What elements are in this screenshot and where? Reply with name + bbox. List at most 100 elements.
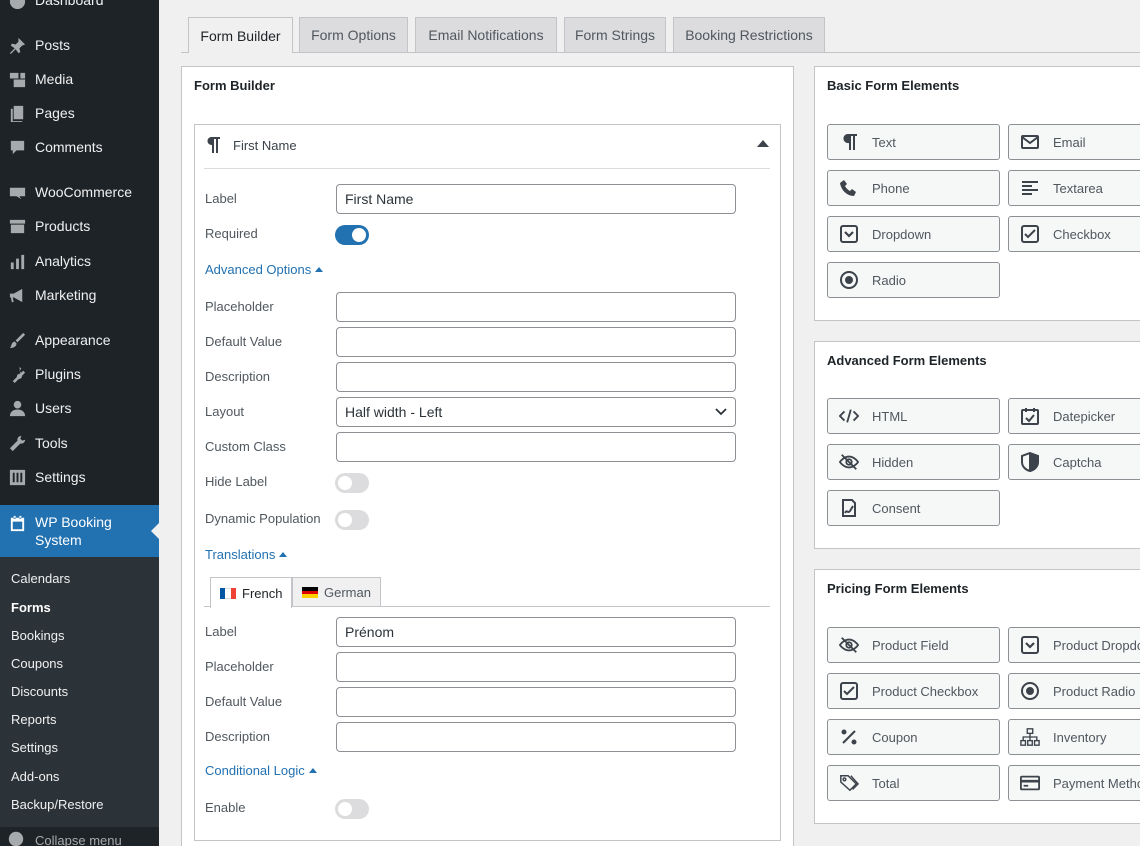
signature-icon [838, 497, 860, 519]
element-textarea-button[interactable]: Textarea [1008, 170, 1140, 206]
tr-label-input[interactable]: Prénom [336, 617, 736, 647]
lang-tab-french[interactable]: French [210, 577, 293, 608]
required-toggle[interactable] [335, 225, 369, 245]
bar-chart-icon [7, 251, 27, 271]
german-flag-icon [302, 587, 318, 599]
tr-description-input[interactable] [336, 722, 736, 752]
element-inventory-button[interactable]: Inventory [1008, 719, 1140, 755]
menu-marketing[interactable]: Marketing [0, 278, 159, 312]
conditional-logic-link[interactable]: Conditional Logic [205, 763, 317, 778]
advanced-elements-title: Advanced Form Elements [827, 353, 987, 368]
field-card-header[interactable]: First Name [205, 136, 297, 154]
translations-link[interactable]: Translations [205, 547, 288, 562]
submenu-calendars[interactable]: Calendars [11, 571, 70, 586]
element-payment-method-button[interactable]: Payment Method [1008, 765, 1140, 801]
element-product-radio-button[interactable]: Product Radio [1008, 673, 1140, 709]
shield-icon [1019, 451, 1041, 473]
layout-select[interactable]: Half width - Left [336, 397, 736, 427]
tab-form-strings[interactable]: Form Strings [564, 17, 666, 52]
description-input[interactable] [336, 362, 736, 392]
menu-wp-booking-system[interactable]: WP Booking System [0, 505, 159, 557]
code-icon [838, 405, 860, 427]
tab-email-notifications[interactable]: Email Notifications [415, 17, 557, 52]
menu-analytics[interactable]: Analytics [0, 244, 159, 278]
archive-icon [7, 216, 27, 236]
tr-placeholder-input[interactable] [336, 652, 736, 682]
collapse-menu-button[interactable]: Collapse menu [0, 830, 122, 846]
submenu-reports[interactable]: Reports [11, 712, 57, 727]
menu-plugins[interactable]: Plugins [0, 357, 159, 391]
custom-class-input[interactable] [336, 432, 736, 462]
admin-sidebar: Dashboard Posts Media Pages Comments Woo… [0, 0, 159, 846]
collapse-field-icon[interactable] [757, 140, 769, 147]
menu-active-line1: WP Booking [35, 514, 112, 530]
menu-media[interactable]: Media [0, 62, 159, 96]
submenu-backup-restore[interactable]: Backup/Restore [11, 797, 104, 812]
hide-label-label: Hide Label [205, 474, 268, 489]
element-coupon-button[interactable]: Coupon [827, 719, 1000, 755]
dynamic-population-label: Dynamic Population [205, 511, 321, 526]
element-radio-button[interactable]: Radio [827, 262, 1000, 298]
menu-woocommerce[interactable]: WooCommerce [0, 175, 159, 209]
tab-form-builder[interactable]: Form Builder [188, 17, 293, 53]
eye-slash-icon [838, 451, 860, 473]
menu-dashboard[interactable]: Dashboard [0, 0, 159, 17]
calendar-check-icon [1019, 405, 1041, 427]
submenu-discounts[interactable]: Discounts [11, 684, 68, 699]
element-consent-button[interactable]: Consent [827, 490, 1000, 526]
tab-booking-restrictions[interactable]: Booking Restrictions [673, 17, 825, 52]
label-input[interactable]: First Name [336, 184, 736, 214]
element-captcha-button[interactable]: Captcha [1008, 444, 1140, 480]
advanced-options-link[interactable]: Advanced Options [205, 262, 324, 277]
dropdown-icon [838, 223, 860, 245]
collapse-icon [7, 830, 27, 846]
wrench-icon [7, 433, 27, 453]
element-text-button[interactable]: Text [827, 124, 1000, 160]
element-checkbox-button[interactable]: Checkbox [1008, 216, 1140, 252]
pin-icon [7, 35, 27, 55]
layout-selected-value: Half width - Left [345, 404, 443, 420]
checkbox-icon [1019, 223, 1041, 245]
percent-icon [838, 726, 860, 748]
element-product-dropdown-button[interactable]: Product Dropdown [1008, 627, 1140, 663]
dashboard-icon [7, 0, 27, 10]
menu-users[interactable]: Users [0, 391, 159, 425]
element-product-field-button[interactable]: Product Field [827, 627, 1000, 663]
element-datepicker-button[interactable]: Datepicker [1008, 398, 1140, 434]
lang-tab-german[interactable]: German [292, 577, 381, 607]
layout-label: Layout [205, 404, 245, 419]
element-html-button[interactable]: HTML [827, 398, 1000, 434]
tr-default-value-input[interactable] [336, 687, 736, 717]
custom-class-label: Custom Class [205, 439, 286, 454]
pricing-elements-title: Pricing Form Elements [827, 581, 969, 596]
submenu-bookings[interactable]: Bookings [11, 628, 64, 643]
element-hidden-button[interactable]: Hidden [827, 444, 1000, 480]
placeholder-input[interactable] [336, 292, 736, 322]
hide-label-toggle[interactable] [335, 473, 369, 493]
submenu-addons[interactable]: Add-ons [11, 769, 59, 784]
element-email-button[interactable]: Email [1008, 124, 1140, 160]
submenu-coupons[interactable]: Coupons [11, 656, 63, 671]
menu-pages[interactable]: Pages [0, 96, 159, 130]
submenu-settings[interactable]: Settings [11, 740, 58, 755]
submenu: Calendars Forms Bookings Coupons Discoun… [0, 557, 159, 827]
menu-appearance[interactable]: Appearance [0, 323, 159, 357]
menu-products[interactable]: Products [0, 209, 159, 243]
element-product-checkbox-button[interactable]: Product Checkbox [827, 673, 1000, 709]
tab-form-options[interactable]: Form Options [299, 17, 408, 52]
dynamic-population-toggle[interactable] [335, 510, 369, 530]
sliders-icon [7, 467, 27, 487]
default-value-input[interactable] [336, 327, 736, 357]
menu-comments[interactable]: Comments [0, 130, 159, 164]
element-total-button[interactable]: Total [827, 765, 1000, 801]
enable-toggle[interactable] [335, 799, 369, 819]
menu-tools[interactable]: Tools [0, 426, 159, 460]
default-value-label: Default Value [205, 334, 283, 349]
menu-settings[interactable]: Settings [0, 460, 159, 494]
phone-icon [838, 177, 860, 199]
menu-posts[interactable]: Posts [0, 28, 159, 62]
element-phone-button[interactable]: Phone [827, 170, 1000, 206]
submenu-forms[interactable]: Forms [11, 600, 51, 615]
chevron-down-icon [715, 408, 727, 416]
element-dropdown-button[interactable]: Dropdown [827, 216, 1000, 252]
